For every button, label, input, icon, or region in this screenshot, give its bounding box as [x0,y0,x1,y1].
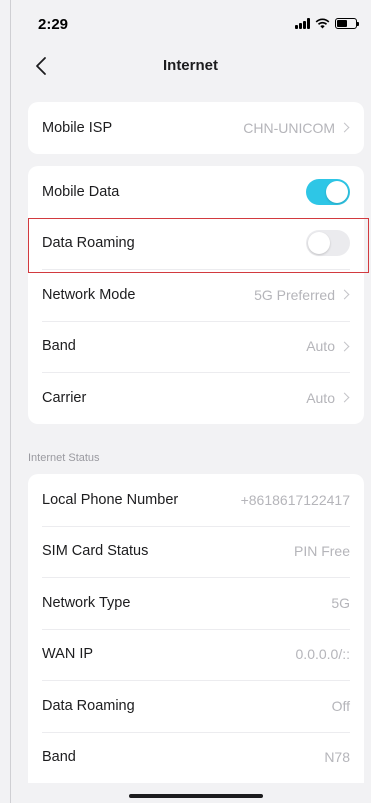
status-row: Data Roaming Off [28,680,364,732]
row-value: PIN Free [293,543,350,560]
chevron-right-icon [339,392,350,403]
row-value: 5G Preferred [254,287,350,303]
row-label: Network Mode [42,286,136,303]
row-value: Auto [306,390,350,406]
status-row: Local Phone Number +8618617122417 [28,474,364,526]
mobile-data-row: Mobile Data [28,166,364,218]
row-value: N78 [324,749,350,766]
chevron-right-icon [339,289,350,300]
chevron-right-icon [339,341,350,352]
row-label: Band [42,338,76,355]
row-label: Mobile ISP [42,119,113,136]
status-bar: 2:29 [10,0,371,44]
chevron-right-icon [339,122,350,133]
row-label: Band [42,749,76,766]
page-title: Internet [162,57,218,74]
status-time: 2:29 [38,16,69,33]
row-label: Data Roaming [42,235,135,252]
row-label: Network Type [42,594,131,611]
row-label: SIM Card Status [42,543,149,560]
home-indicator [129,794,263,798]
status-icons [295,18,359,29]
row-label: Data Roaming [42,697,135,714]
row-value: +8618617122417 [240,491,350,508]
network-mode-value: 5G Preferred [254,286,335,303]
mobile-isp-row[interactable]: Mobile ISP CHN-UNICOM [28,102,364,154]
mobile-data-toggle[interactable] [306,178,350,205]
data-roaming-row: Data Roaming [28,217,364,270]
internet-status-card: Local Phone Number +8618617122417 SIM Ca… [28,474,364,783]
row-value: 0.0.0.0/:: [295,646,350,663]
network-mode-row[interactable]: Network Mode 5G Preferred [28,269,364,321]
wifi-icon [315,18,330,29]
band-row[interactable]: Band Auto [28,320,364,373]
status-row: WAN IP 0.0.0.0/:: [28,628,364,681]
row-label: WAN IP [42,646,94,663]
row-value: 5G [331,594,350,611]
nav-bar: Internet [10,44,371,88]
row-value: CHN-UNICOM [243,120,350,136]
row-label: Mobile Data [42,183,120,200]
battery-icon [335,18,359,29]
section-title: Internet Status [28,452,100,464]
isp-card: Mobile ISP CHN-UNICOM [28,102,364,154]
row-label: Local Phone Number [42,491,179,508]
settings-card: Mobile Data Data Roaming Network Mode 5G… [28,166,364,424]
mobile-isp-value: CHN-UNICOM [243,119,335,136]
carrier-value: Auto [306,389,335,406]
carrier-row[interactable]: Carrier Auto [28,372,364,424]
status-row: SIM Card Status PIN Free [28,525,364,578]
row-label: Carrier [42,389,87,406]
cellular-signal-icon [295,18,310,29]
status-row: Band N78 [28,731,364,784]
row-value: Off [331,697,350,714]
band-value: Auto [306,338,335,355]
row-value: Auto [306,338,350,354]
status-row: Network Type 5G [28,577,364,629]
data-roaming-toggle[interactable] [306,230,350,257]
